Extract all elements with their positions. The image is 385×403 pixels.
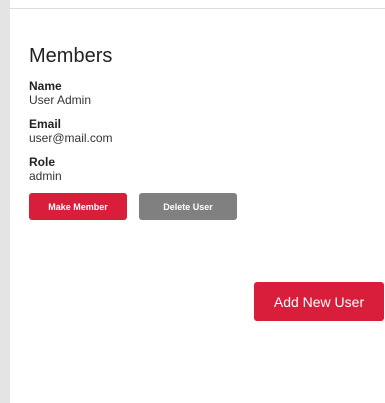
email-label: Email: [29, 117, 62, 131]
name-field: Name User Admin: [29, 79, 385, 108]
role-value: admin: [29, 169, 62, 183]
name-label: Name: [29, 79, 62, 93]
role-label: Role: [29, 155, 56, 169]
email-value: user@mail.com: [29, 131, 113, 145]
member-actions: Make Member Delete User: [29, 193, 385, 220]
name-value: User Admin: [29, 93, 92, 107]
top-divider: [10, 8, 385, 9]
email-field: Email user@mail.com: [29, 117, 385, 146]
role-field: Role admin: [29, 155, 385, 184]
delete-user-button[interactable]: Delete User: [139, 193, 237, 220]
page-title: Members: [29, 45, 113, 67]
members-panel: Members Name User Admin Email user@mail.…: [29, 42, 385, 220]
add-new-user-button[interactable]: Add New User: [254, 282, 384, 321]
make-member-button[interactable]: Make Member: [29, 193, 127, 220]
left-sidebar-edge: [0, 0, 10, 403]
